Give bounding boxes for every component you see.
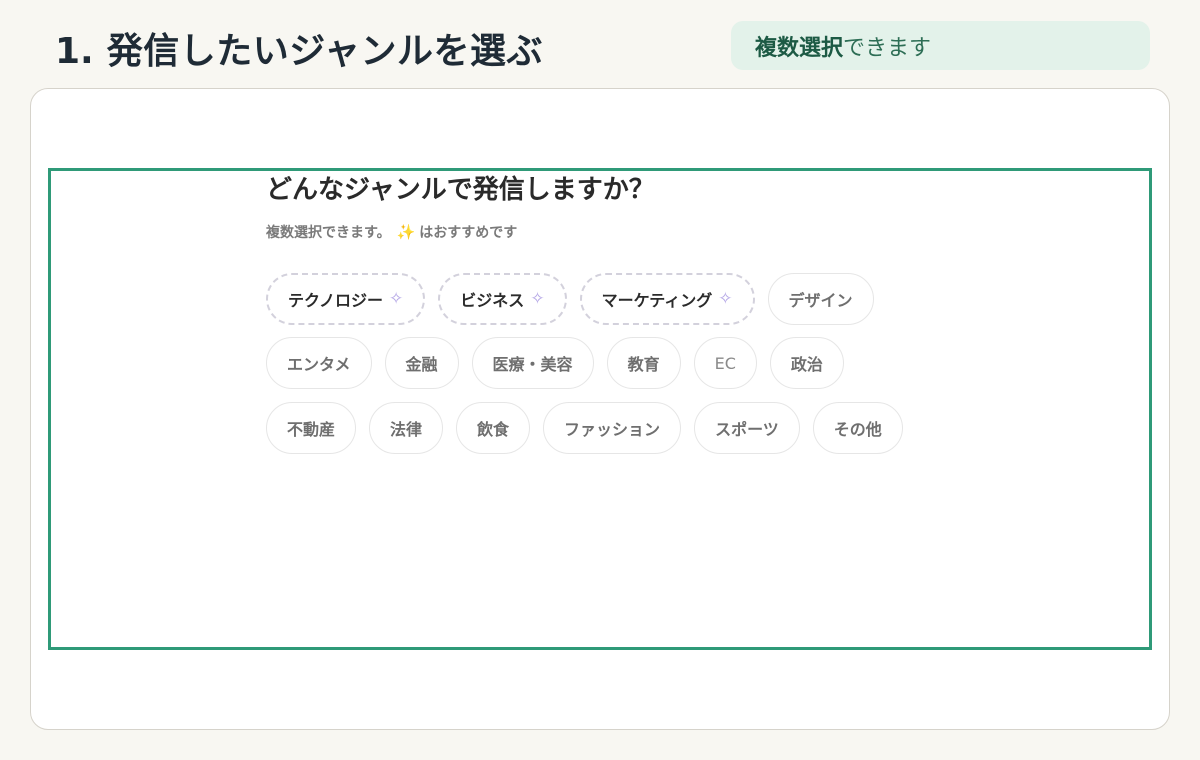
genre-chip-finance[interactable]: 金融 xyxy=(384,337,459,389)
genre-chip-business[interactable]: ビジネス ✧ xyxy=(438,273,567,325)
genre-row-1: テクノロジー ✧ ビジネス ✧ マーケティング ✧ デザイン xyxy=(266,273,874,325)
genre-chip-other[interactable]: その他 xyxy=(812,402,903,454)
genre-chip-label: 金融 xyxy=(405,355,438,374)
genre-chip-label: その他 xyxy=(833,420,882,439)
genre-chip-label: 教育 xyxy=(627,355,660,374)
sparkle-icon: ✧ xyxy=(718,288,733,309)
genre-chip-ec[interactable]: EC xyxy=(693,337,757,389)
genre-chip-label: 政治 xyxy=(790,355,823,374)
genre-chip-label: EC xyxy=(714,353,736,373)
subtitle-text-after: はおすすめです xyxy=(419,225,518,241)
hint-strong-text: 複数選択 xyxy=(755,35,844,61)
hint-rest-text: できます xyxy=(843,35,932,61)
step-title: 1. 発信したいジャンルを選ぶ xyxy=(55,26,543,78)
genre-question: どんなジャンルで発信しますか？ xyxy=(266,175,655,205)
sparkle-icon: ✧ xyxy=(389,288,404,309)
genre-chip-politics[interactable]: 政治 xyxy=(769,337,844,389)
genre-row-3: 不動産 法律 飲食 ファッション スポーツ その他 xyxy=(266,402,903,454)
genre-chip-technology[interactable]: テクノロジー ✧ xyxy=(266,273,426,325)
genre-chip-label: 不動産 xyxy=(287,420,336,439)
genre-chip-marketing[interactable]: マーケティング ✧ xyxy=(579,273,755,325)
multi-select-hint: 複数選択 できます xyxy=(731,21,1150,70)
genre-chip-label: マーケティング xyxy=(601,291,713,310)
genre-chip-design[interactable]: デザイン xyxy=(767,273,874,325)
genre-chip-law[interactable]: 法律 xyxy=(369,402,444,454)
sparkle-icon: ✧ xyxy=(530,288,545,309)
genre-chip-label: テクノロジー xyxy=(288,291,384,310)
step-number: 1. xyxy=(55,31,94,72)
genre-chip-education[interactable]: 教育 xyxy=(606,337,681,389)
genre-chip-label: 医療・美容 xyxy=(492,355,573,374)
genre-chip-entertainment[interactable]: エンタメ xyxy=(266,337,372,389)
genre-chip-label: 飲食 xyxy=(477,420,510,439)
sparkle-emoji-icon: ✨ xyxy=(396,223,416,241)
genre-chip-label: デザイン xyxy=(788,291,853,310)
genre-row-2: エンタメ 金融 医療・美容 教育 EC 政治 xyxy=(266,337,844,389)
step-title-text: 発信したいジャンルを選ぶ xyxy=(106,31,543,72)
genre-subtitle: 複数選択できます。 ✨ はおすすめです xyxy=(266,221,517,244)
genre-chip-fashion[interactable]: ファッション xyxy=(543,402,682,454)
genre-chip-label: スポーツ xyxy=(715,420,779,439)
genre-chip-label: ビジネス xyxy=(460,291,525,310)
genre-chip-medical-beauty[interactable]: 医療・美容 xyxy=(471,337,594,389)
genre-chip-label: 法律 xyxy=(390,420,423,439)
genre-chip-sports[interactable]: スポーツ xyxy=(694,402,800,454)
genre-chip-food[interactable]: 飲食 xyxy=(456,402,531,454)
genre-chip-label: ファッション xyxy=(564,420,661,439)
genre-chip-label: エンタメ xyxy=(287,355,351,374)
genre-chip-real-estate[interactable]: 不動産 xyxy=(266,402,357,454)
subtitle-text: 複数選択できます。 xyxy=(266,225,391,241)
